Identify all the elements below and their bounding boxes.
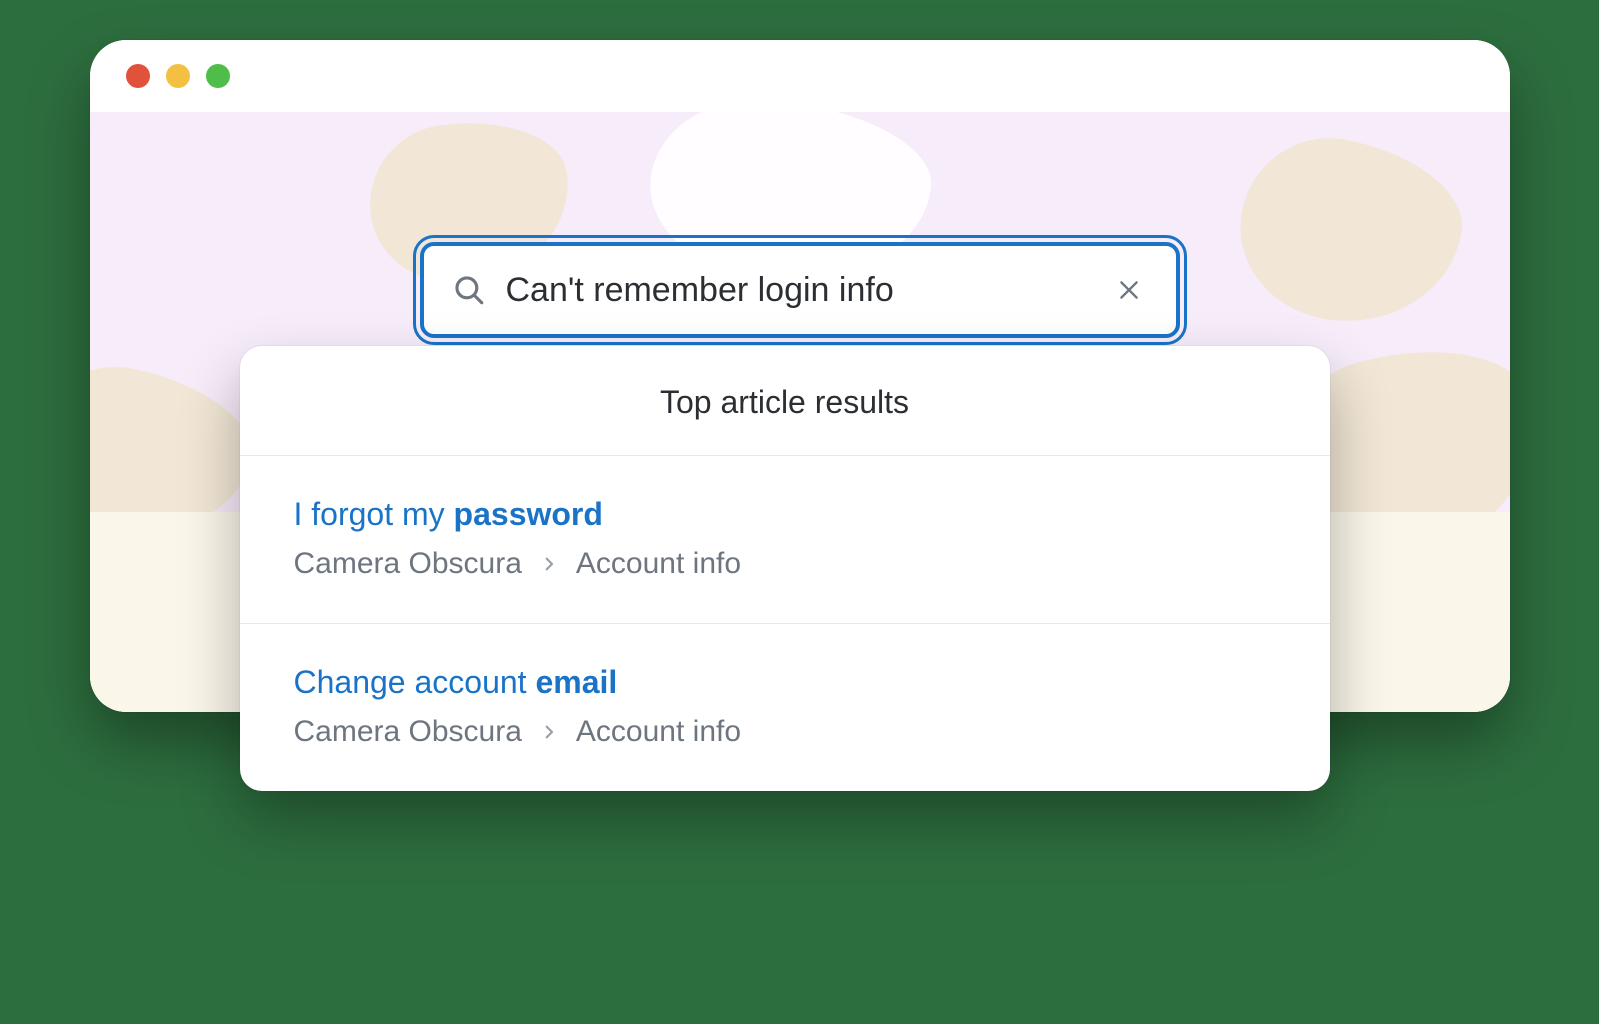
breadcrumb-child: Account info: [576, 547, 741, 581]
window-minimize-dot[interactable]: [166, 64, 190, 88]
result-breadcrumb: Camera Obscura Account info: [294, 715, 1276, 749]
result-title: I forgot my password: [294, 496, 1276, 533]
chevron-right-icon: [540, 723, 558, 741]
search-icon: [452, 273, 486, 307]
result-title-highlight: password: [454, 496, 603, 532]
results-header: Top article results: [240, 346, 1330, 456]
search-container: [420, 242, 1180, 338]
decorative-blob: [1226, 124, 1474, 339]
result-title: Change account email: [294, 664, 1276, 701]
search-input[interactable]: [506, 271, 1090, 310]
breadcrumb-child: Account info: [576, 715, 741, 749]
clear-search-button[interactable]: [1110, 271, 1148, 309]
window-zoom-dot[interactable]: [206, 64, 230, 88]
breadcrumb-parent: Camera Obscura: [294, 715, 522, 749]
result-title-text: Change account: [294, 664, 536, 700]
breadcrumb-parent: Camera Obscura: [294, 547, 522, 581]
result-title-text: I forgot my: [294, 496, 454, 532]
result-breadcrumb: Camera Obscura Account info: [294, 547, 1276, 581]
window-close-dot[interactable]: [126, 64, 150, 88]
browser-window: Top article results I forgot my password…: [90, 40, 1510, 712]
search-box[interactable]: [420, 242, 1180, 338]
search-result-item[interactable]: I forgot my password Camera Obscura Acco…: [240, 456, 1330, 624]
search-result-item[interactable]: Change account email Camera Obscura Acco…: [240, 624, 1330, 791]
chevron-right-icon: [540, 555, 558, 573]
close-icon: [1116, 277, 1142, 303]
search-results-dropdown: Top article results I forgot my password…: [240, 346, 1330, 791]
window-titlebar: [90, 40, 1510, 112]
result-title-highlight: email: [535, 664, 617, 700]
